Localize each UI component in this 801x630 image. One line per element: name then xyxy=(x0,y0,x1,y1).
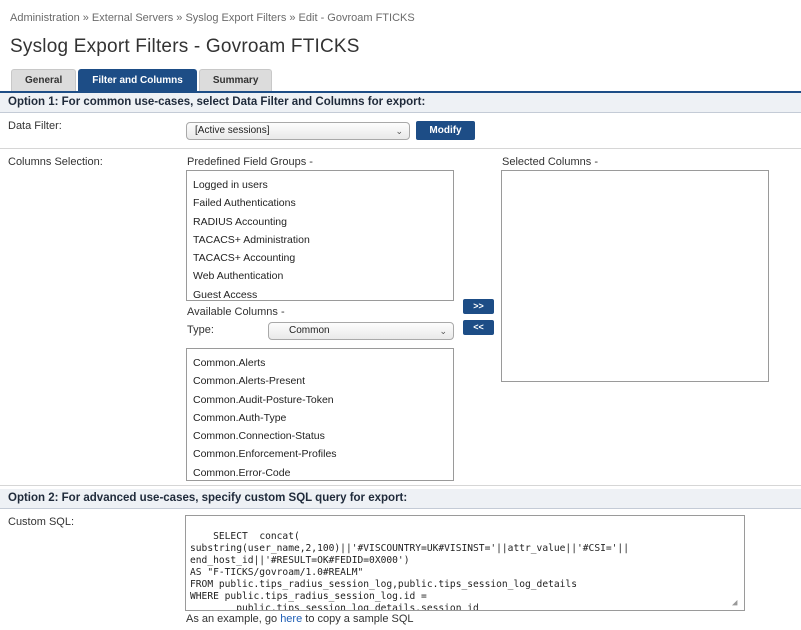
custom-sql-row: Custom SQL: SELECT concat( substring(use… xyxy=(0,509,801,630)
type-label: Type: xyxy=(187,324,214,336)
type-select[interactable]: Common ⌄ xyxy=(268,322,454,340)
data-filter-label: Data Filter: xyxy=(8,120,62,132)
chevron-down-icon: ⌄ xyxy=(395,126,403,136)
tab-filter-and-columns[interactable]: Filter and Columns xyxy=(78,69,197,91)
list-item[interactable]: Failed Authentications xyxy=(187,194,453,212)
list-item[interactable]: Guest Access xyxy=(187,286,453,300)
list-item[interactable]: Common.Alerts-Present xyxy=(187,372,453,390)
predefined-groups-label: Predefined Field Groups - xyxy=(187,156,313,168)
option1-heading: Option 1: For common use-cases, select D… xyxy=(0,93,801,113)
list-item[interactable]: Common.Connection-Status xyxy=(187,427,453,445)
tab-summary[interactable]: Summary xyxy=(198,69,273,91)
sample-sql-hint: As an example, go here to copy a sample … xyxy=(186,613,414,625)
data-filter-row: Data Filter: [Active sessions] ⌄ Modify xyxy=(0,113,801,149)
hint-suffix: to copy a sample SQL xyxy=(305,613,414,625)
available-columns-label: Available Columns - xyxy=(187,306,285,318)
breadcrumb: Administration » External Servers » Sysl… xyxy=(10,12,415,24)
selected-columns-label: Selected Columns - xyxy=(502,156,598,168)
columns-selection-label: Columns Selection: xyxy=(8,156,103,168)
custom-sql-textarea[interactable]: SELECT concat( substring(user_name,2,100… xyxy=(185,515,745,611)
list-item[interactable]: Common.Error-Code xyxy=(187,464,453,480)
remove-column-button[interactable]: << xyxy=(463,320,494,335)
option2-heading: Option 2: For advanced use-cases, specif… xyxy=(0,489,801,509)
add-column-button[interactable]: >> xyxy=(463,299,494,314)
type-value: Common xyxy=(289,325,330,336)
predefined-groups-list[interactable]: Logged in users Failed Authentications R… xyxy=(186,170,454,301)
columns-selection-row: Columns Selection: Predefined Field Grou… xyxy=(0,149,801,486)
list-item[interactable]: Common.Enforcement-Profiles xyxy=(187,445,453,463)
list-item[interactable]: TACACS+ Administration xyxy=(187,231,453,249)
chevron-down-icon: ⌄ xyxy=(439,326,447,336)
tab-general[interactable]: General xyxy=(11,69,77,91)
resize-grip-icon[interactable]: ◢ xyxy=(732,598,742,608)
data-filter-value: [Active sessions] xyxy=(195,125,270,136)
tab-bar: General Filter and Columns Summary xyxy=(11,69,274,91)
data-filter-select[interactable]: [Active sessions] ⌄ xyxy=(186,122,410,140)
hint-prefix: As an example, go xyxy=(186,613,278,625)
custom-sql-text: SELECT concat( substring(user_name,2,100… xyxy=(190,531,629,611)
list-item[interactable]: Common.Auth-Type xyxy=(187,409,453,427)
sample-sql-link[interactable]: here xyxy=(280,613,302,625)
list-item[interactable]: Common.Alerts xyxy=(187,354,453,372)
page-title: Syslog Export Filters - Govroam FTICKS xyxy=(10,36,360,57)
selected-columns-list[interactable] xyxy=(501,170,769,382)
list-item[interactable]: Common.Audit-Posture-Token xyxy=(187,391,453,409)
list-item[interactable]: Web Authentication xyxy=(187,267,453,285)
list-item[interactable]: Logged in users xyxy=(187,176,453,194)
custom-sql-label: Custom SQL: xyxy=(8,516,75,528)
available-columns-list[interactable]: Common.Alerts Common.Alerts-Present Comm… xyxy=(186,348,454,481)
modify-button[interactable]: Modify xyxy=(416,121,475,140)
list-item[interactable]: RADIUS Accounting xyxy=(187,213,453,231)
list-item[interactable]: TACACS+ Accounting xyxy=(187,249,453,267)
